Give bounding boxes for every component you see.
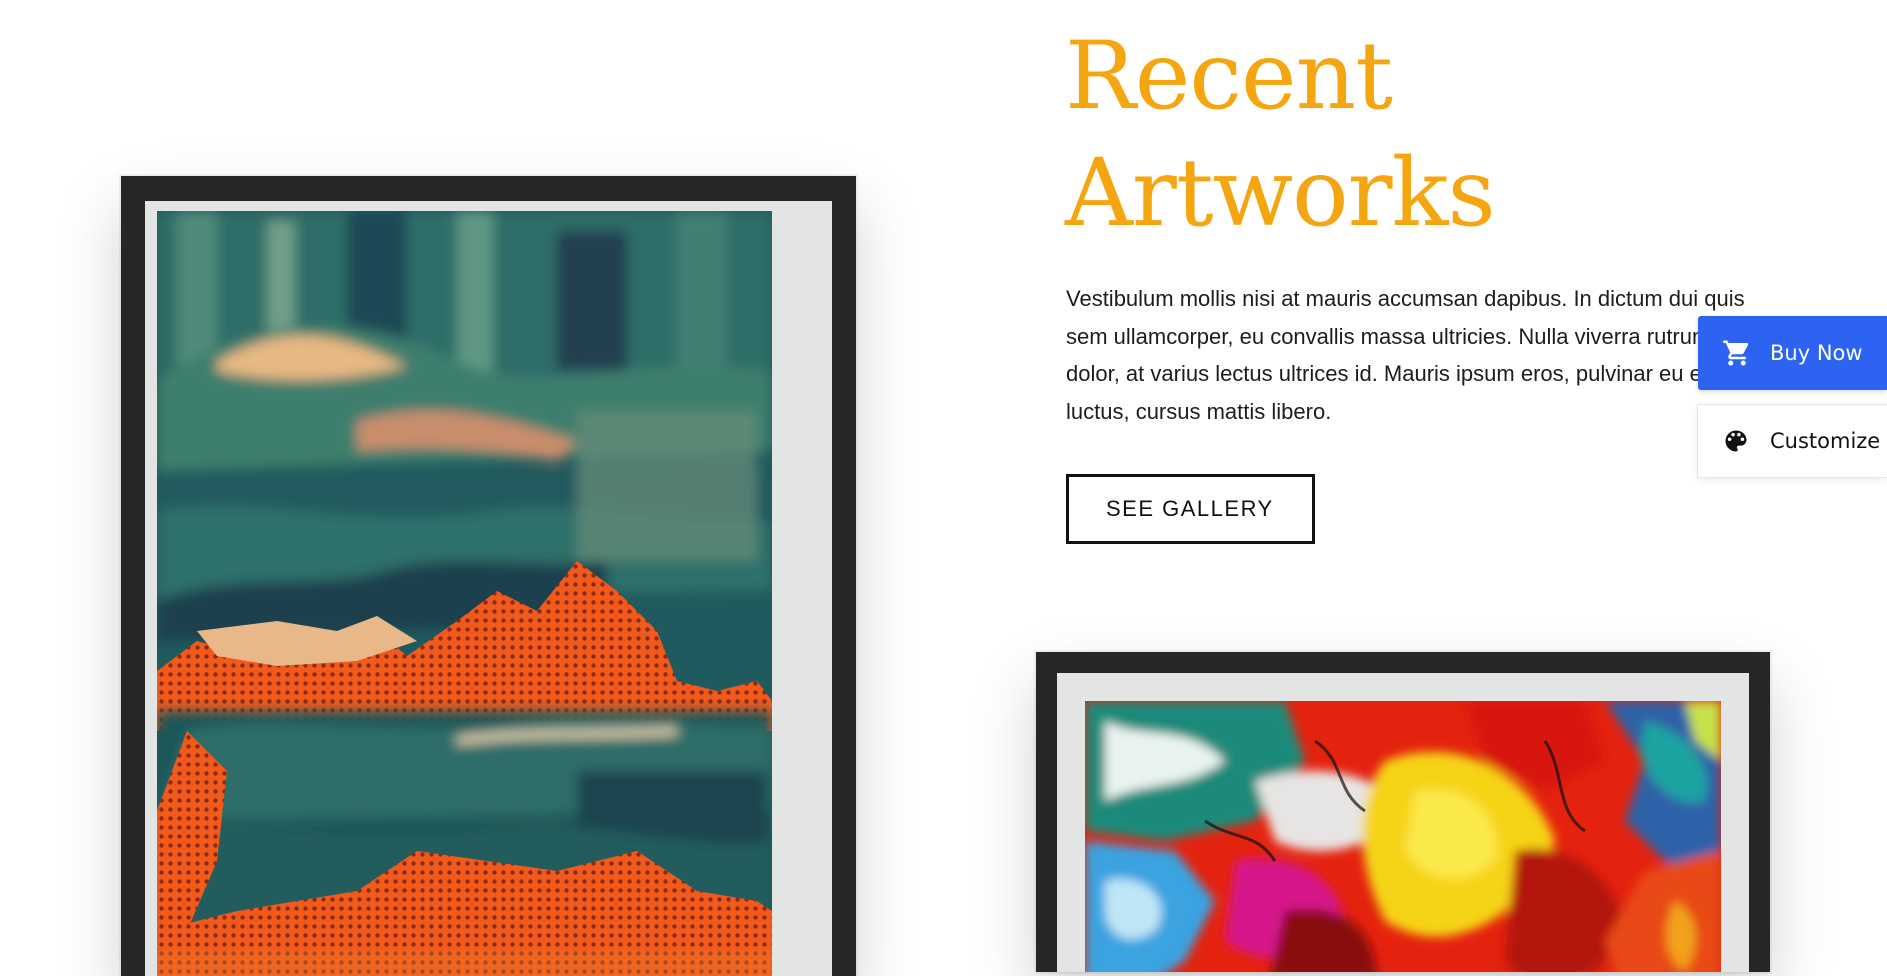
customize-button[interactable]: Customize [1697,404,1887,478]
buy-now-label: Buy Now [1770,341,1863,365]
section-heading: Recent Artworks [1065,18,1496,252]
artwork-image-abstract-red-yellow[interactable] [1085,701,1721,972]
artwork-frame-2 [1036,652,1770,972]
palette-icon [1722,427,1750,455]
buy-now-button[interactable]: Buy Now [1698,316,1887,390]
section-description: Vestibulum mollis nisi at mauris accumsa… [1066,286,1745,424]
artwork-image-abstract-teal-orange[interactable] [157,211,772,976]
artwork-frame-1 [121,176,856,976]
heading-line-1: Recent [1065,22,1393,131]
heading-line-2: Artworks [1065,139,1496,248]
see-gallery-button[interactable]: SEE GALLERY [1066,474,1315,544]
customize-label: Customize [1770,429,1881,453]
cart-icon [1722,338,1752,368]
